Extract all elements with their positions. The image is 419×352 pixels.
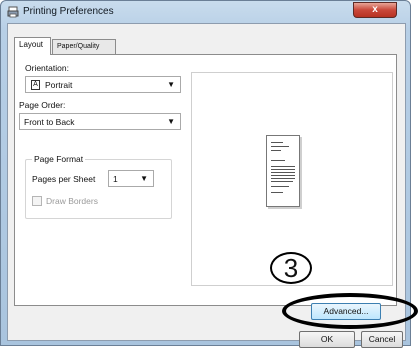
orientation-select[interactable]: A Portrait ▼ <box>25 76 181 93</box>
step-number-callout: 3 <box>270 252 312 284</box>
title-bar[interactable]: Printing Preferences x <box>1 1 410 23</box>
page-format-title: Page Format <box>32 154 86 164</box>
page-preview-thumbnail <box>266 135 300 207</box>
printer-icon <box>7 6 19 18</box>
cancel-button[interactable]: Cancel <box>361 331 403 348</box>
page-order-label: Page Order: <box>19 100 66 110</box>
layout-tab-panel: Orientation: A Portrait ▼ Page Order: Fr… <box>14 54 397 306</box>
ok-button[interactable]: OK <box>299 331 355 348</box>
chevron-down-icon: ▼ <box>140 174 148 183</box>
tab-layout[interactable]: Layout <box>14 37 51 55</box>
orientation-value: Portrait <box>45 80 73 90</box>
pages-per-sheet-select[interactable]: 1 ▼ <box>108 170 154 187</box>
page-order-select[interactable]: Front to Back ▼ <box>19 113 181 130</box>
window-title: Printing Preferences <box>23 6 114 17</box>
draw-borders-label: Draw Borders <box>46 196 98 206</box>
page-order-value: Front to Back <box>24 117 75 127</box>
close-button[interactable]: x <box>353 2 397 18</box>
orientation-label: Orientation: <box>25 63 69 73</box>
highlight-ellipse <box>282 293 418 329</box>
close-icon: x <box>372 4 378 15</box>
chevron-down-icon: ▼ <box>167 80 175 89</box>
pages-per-sheet-label: Pages per Sheet <box>32 174 96 184</box>
page-format-group: Page Format Pages per Sheet 1 ▼ Draw Bor… <box>25 154 172 219</box>
tab-paper-quality[interactable]: Paper/Quality <box>52 39 116 54</box>
draw-borders-checkbox[interactable] <box>32 196 42 206</box>
pages-per-sheet-value: 1 <box>113 174 118 184</box>
portrait-icon: A <box>31 80 40 90</box>
chevron-down-icon: ▼ <box>167 117 175 126</box>
